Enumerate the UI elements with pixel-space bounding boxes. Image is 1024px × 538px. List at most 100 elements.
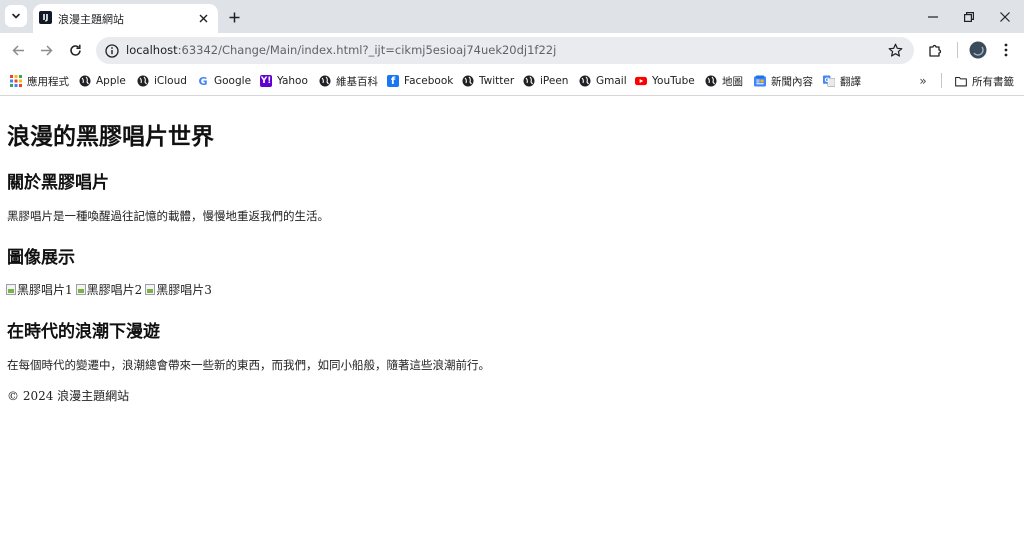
bookmark-apps[interactable]: 應用程式 xyxy=(10,73,69,89)
tab-search-button[interactable] xyxy=(5,5,27,27)
globe-icon xyxy=(579,75,591,87)
site-info-icon[interactable] xyxy=(104,43,119,58)
yahoo-icon: Y! xyxy=(260,75,272,87)
close-icon xyxy=(199,14,207,22)
kebab-menu-icon xyxy=(1004,43,1008,57)
puzzle-icon xyxy=(928,44,941,57)
restore-button[interactable] xyxy=(951,0,987,33)
bookmark-label: 維基百科 xyxy=(336,75,378,88)
menu-button[interactable] xyxy=(994,38,1018,62)
bookmark-label: Yahoo xyxy=(277,75,308,87)
bookmark-label: Apple xyxy=(96,75,126,87)
broken-image-icon xyxy=(145,284,156,295)
globe-icon xyxy=(705,75,717,87)
url-path: :63342/Change/Main/index.html?_ijt=cikmj… xyxy=(177,43,557,57)
globe-icon xyxy=(319,75,331,87)
arrow-left-icon xyxy=(11,44,24,56)
gallery-image-3: 黑膠唱片3 xyxy=(145,281,212,298)
browser-toolbar: localhost:63342/Change/Main/index.html?_… xyxy=(0,33,1024,67)
facebook-icon: f xyxy=(387,75,399,87)
image-alt-text: 黑膠唱片2 xyxy=(86,283,143,297)
plus-icon xyxy=(229,12,239,22)
google-icon: G xyxy=(198,74,208,88)
close-window-button[interactable] xyxy=(987,0,1023,33)
bookmark-star-button[interactable] xyxy=(887,42,904,59)
forward-button[interactable] xyxy=(34,38,58,62)
minimize-button[interactable] xyxy=(915,0,951,33)
reload-button[interactable] xyxy=(63,38,87,62)
bookmark-label: 應用程式 xyxy=(27,75,69,88)
gallery-image-1: 黑膠唱片1 xyxy=(6,281,73,298)
page-content: 浪漫的黑膠唱片世界 關於黑膠唱片 黑膠唱片是一種喚醒過往記憶的載體，慢慢地重返我… xyxy=(0,97,1024,538)
folder-icon xyxy=(955,75,967,87)
bookmark-label: Gmail xyxy=(596,75,627,87)
chevron-down-icon xyxy=(12,13,20,19)
bookmark-google[interactable]: G Google xyxy=(197,73,251,89)
bookmark-label: Facebook xyxy=(404,75,454,87)
globe-icon xyxy=(523,75,535,87)
star-icon xyxy=(888,43,903,57)
bookmark-label: iPeen xyxy=(540,75,569,87)
bookmark-icloud[interactable]: iCloud xyxy=(137,73,187,89)
globe-icon xyxy=(79,75,91,87)
bookmark-label: 地圖 xyxy=(722,75,743,88)
bookmark-apple[interactable]: Apple xyxy=(79,73,126,89)
svg-text:G: G xyxy=(824,77,829,84)
bookmark-ipeen[interactable]: iPeen xyxy=(523,73,568,89)
youtube-icon xyxy=(635,75,647,87)
bookmark-label: 新聞內容 xyxy=(771,75,813,88)
intellij-icon: IJ xyxy=(39,11,52,24)
globe-icon xyxy=(462,75,474,87)
reload-icon xyxy=(69,44,81,56)
tab-title: 浪漫主題網站 xyxy=(58,13,124,26)
image-alt-text: 黑膠唱片1 xyxy=(17,283,73,297)
bookmark-label: iCloud xyxy=(154,75,187,87)
bookmark-maps[interactable]: 地圖 xyxy=(705,73,743,89)
bookmark-news[interactable]: 新聞內容 xyxy=(754,73,813,89)
extensions-button[interactable] xyxy=(923,38,947,62)
address-bar[interactable]: localhost:63342/Change/Main/index.html?_… xyxy=(96,37,914,64)
bookmarks-divider xyxy=(941,73,942,88)
back-button[interactable] xyxy=(6,38,30,62)
url-host: localhost xyxy=(126,43,178,57)
wave-heading: 在時代的浪潮下漫遊 xyxy=(7,322,160,342)
image-gallery: 黑膠唱片1 黑膠唱片2 黑膠唱片3 xyxy=(6,281,212,298)
bookmark-yahoo[interactable]: Y! Yahoo xyxy=(260,73,308,89)
about-text: 黑膠唱片是一種喚醒過往記憶的載體，慢慢地重返我們的生活。 xyxy=(7,209,329,223)
close-icon xyxy=(1000,11,1010,22)
bookmark-facebook[interactable]: f Facebook xyxy=(387,73,453,89)
restore-icon xyxy=(964,11,974,22)
globe-icon xyxy=(137,75,149,87)
bookmark-translate[interactable]: G 翻譯 xyxy=(823,73,861,89)
bookmark-wikipedia[interactable]: 維基百科 xyxy=(319,73,378,89)
apps-grid-icon xyxy=(10,75,22,87)
new-tab-button[interactable] xyxy=(223,6,245,28)
about-heading: 關於黑膠唱片 xyxy=(7,173,109,193)
profile-button[interactable] xyxy=(966,38,990,62)
avatar-icon xyxy=(969,41,987,59)
toolbar-divider xyxy=(957,42,958,58)
tab-strip: IJ 浪漫主題網站 xyxy=(0,0,1024,33)
bookmarks-bar: 應用程式 Apple iCloud G Google Y! Yahoo 維基百科… xyxy=(0,67,1024,96)
more-bookmarks-button[interactable]: » xyxy=(915,73,931,89)
wave-text: 在每個時代的變遷中，浪潮總會帶來一些新的東西，而我們，如同小船般，隨著這些浪潮前… xyxy=(7,358,490,372)
bookmark-label: YouTube xyxy=(652,75,695,87)
tab-close-button[interactable] xyxy=(195,10,211,26)
bookmark-twitter[interactable]: Twitter xyxy=(462,73,514,89)
broken-image-icon xyxy=(6,284,16,295)
footer-copyright: © 2024 浪漫主題網站 xyxy=(7,389,130,403)
arrow-right-icon xyxy=(40,44,53,56)
active-tab[interactable]: IJ 浪漫主題網站 xyxy=(33,4,218,33)
page-title: 浪漫的黑膠唱片世界 xyxy=(7,124,214,150)
gallery-image-2: 黑膠唱片2 xyxy=(75,281,143,298)
gallery-heading: 圖像展示 xyxy=(7,248,75,268)
bookmark-label: Google xyxy=(214,75,252,87)
bookmark-gmail[interactable]: Gmail xyxy=(579,73,627,89)
all-bookmarks-button[interactable]: 所有書籤 xyxy=(955,73,1014,89)
bookmark-label: Twitter xyxy=(479,75,515,87)
bookmark-label: 翻譯 xyxy=(840,75,861,88)
bookmark-youtube[interactable]: YouTube xyxy=(635,73,695,89)
url-text[interactable]: localhost:63342/Change/Main/index.html?_… xyxy=(126,43,556,57)
translate-icon: G xyxy=(823,75,835,87)
minimize-icon xyxy=(928,15,938,18)
